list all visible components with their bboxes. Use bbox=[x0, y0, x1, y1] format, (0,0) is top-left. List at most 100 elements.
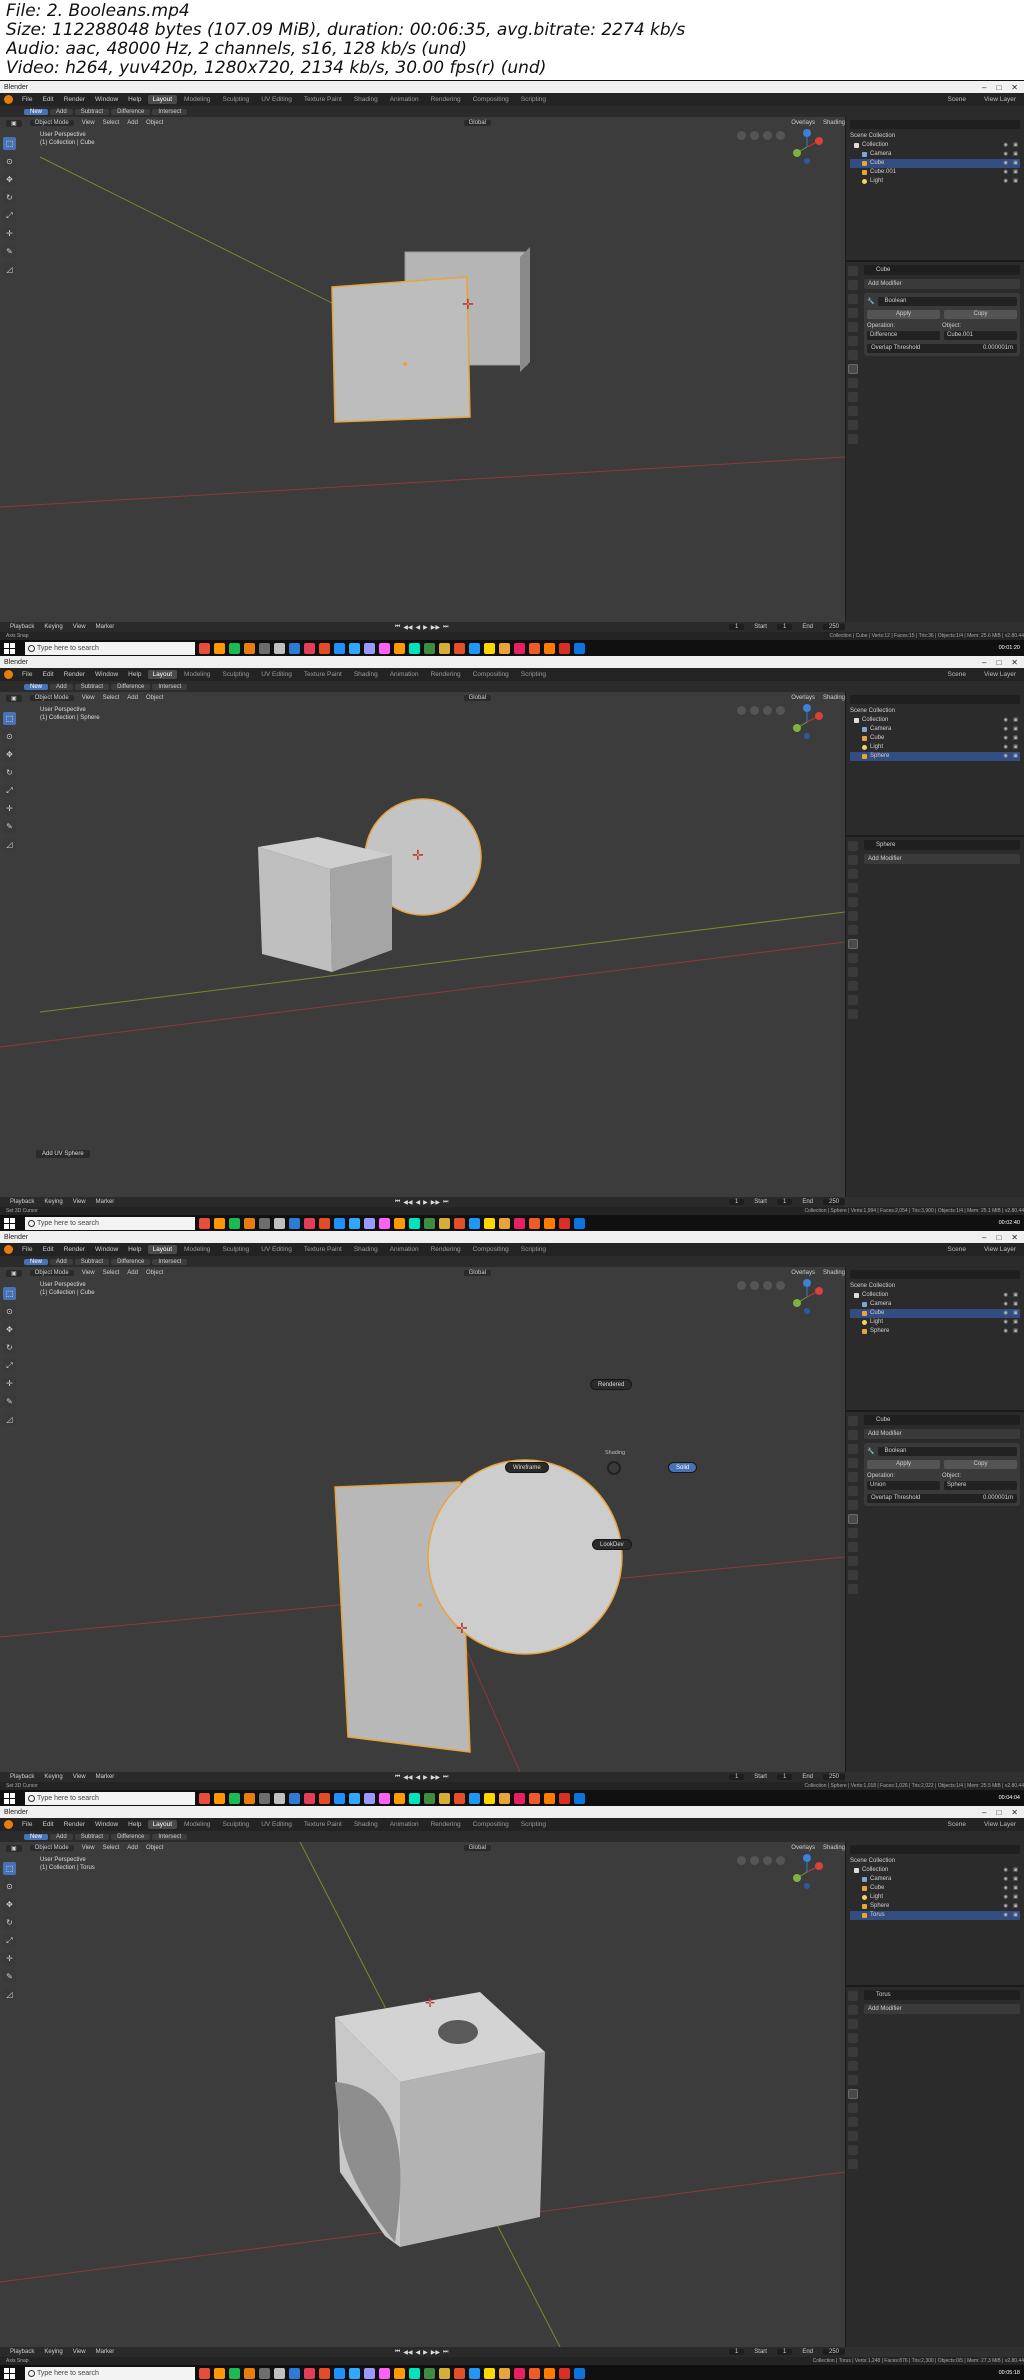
object-mode-dropdown[interactable]: Object Mode bbox=[29, 120, 74, 126]
selection-mode-button[interactable]: Subtract bbox=[74, 1833, 110, 1840]
taskbar-app-icon[interactable] bbox=[304, 642, 315, 654]
constraints-tab-icon[interactable] bbox=[848, 1556, 858, 1566]
taskbar-app-icon[interactable] bbox=[289, 1217, 300, 1229]
taskbar-app-icon[interactable] bbox=[409, 1217, 420, 1229]
visibility-icon[interactable]: ◉ ▣ bbox=[1004, 1911, 1020, 1920]
move-icon[interactable]: ✥ bbox=[3, 1898, 16, 1911]
view-layer-selector[interactable]: View Layer bbox=[976, 1246, 1024, 1253]
outliner-row[interactable]: Camera ◉ ▣ bbox=[850, 725, 1020, 734]
visibility-icon[interactable]: ◉ ▣ bbox=[1004, 716, 1020, 725]
pie-wireframe[interactable]: Wireframe bbox=[505, 1462, 549, 1473]
workspace-tab[interactable]: Scripting bbox=[516, 670, 551, 679]
modifier-name-field[interactable]: Boolean bbox=[878, 296, 1017, 306]
annotate-icon[interactable]: ✎ bbox=[3, 245, 16, 258]
windows-start-icon[interactable] bbox=[4, 1217, 15, 1229]
output-tab-icon[interactable] bbox=[848, 869, 858, 879]
timeline-menu-item[interactable]: Marker bbox=[96, 624, 115, 630]
taskbar-app-icon[interactable] bbox=[424, 642, 435, 654]
taskbar-app-icon[interactable] bbox=[574, 2367, 585, 2379]
outliner-row[interactable]: Sphere ◉ ▣ bbox=[850, 1902, 1020, 1911]
taskbar-app-icon[interactable] bbox=[484, 2367, 495, 2379]
measure-icon[interactable]: ◿ bbox=[3, 838, 16, 851]
rotate-icon[interactable]: ↻ bbox=[3, 766, 16, 779]
taskbar-app-icon[interactable] bbox=[499, 642, 510, 654]
pan-icon[interactable] bbox=[750, 706, 759, 715]
taskbar-app-icon[interactable] bbox=[334, 1792, 345, 1804]
viewport-menu-item[interactable]: View bbox=[82, 1845, 95, 1851]
taskbar-app-icon[interactable] bbox=[379, 1792, 390, 1804]
workspace-tab[interactable]: Shading bbox=[349, 670, 383, 679]
workspace-tab[interactable]: Sculpting bbox=[217, 1245, 254, 1254]
visibility-icon[interactable]: ◉ ▣ bbox=[1004, 1318, 1020, 1327]
data-tab-icon[interactable] bbox=[848, 420, 858, 430]
viewport-menu-item[interactable]: View bbox=[82, 695, 95, 701]
outliner-search[interactable] bbox=[850, 1270, 1020, 1279]
taskbar-app-icon[interactable] bbox=[199, 1792, 210, 1804]
taskbar-app-icon[interactable] bbox=[499, 1792, 510, 1804]
taskbar-app-icon[interactable] bbox=[304, 2367, 315, 2379]
perspective-toggle-icon[interactable] bbox=[776, 706, 785, 715]
taskbar-app-icon[interactable] bbox=[529, 1217, 540, 1229]
workspace-tab[interactable]: Layout bbox=[147, 1820, 178, 1829]
outliner-row[interactable]: Light ◉ ▣ bbox=[850, 1318, 1020, 1327]
object-tab-icon[interactable] bbox=[848, 925, 858, 935]
annotate-icon[interactable]: ✎ bbox=[3, 1395, 16, 1408]
world-tab-icon[interactable] bbox=[848, 2061, 858, 2071]
taskbar-app-icon[interactable] bbox=[409, 2367, 420, 2379]
close-icon[interactable]: ✕ bbox=[1011, 83, 1018, 92]
select-box-icon[interactable]: ⬚ bbox=[3, 137, 16, 150]
viewport-menu-item[interactable]: View bbox=[82, 1270, 95, 1276]
taskbar-app-icon[interactable] bbox=[409, 642, 420, 654]
object-field[interactable]: Sphere bbox=[944, 1481, 1017, 1490]
start-frame-field[interactable]: 1 bbox=[776, 1199, 793, 1205]
taskbar-app-icon[interactable] bbox=[544, 2367, 555, 2379]
viewport-menu-item[interactable]: Add bbox=[127, 120, 138, 126]
editor-type-icon[interactable]: ▣ bbox=[6, 694, 22, 702]
workspace-tab[interactable]: Compositing bbox=[468, 1245, 514, 1254]
world-tab-icon[interactable] bbox=[848, 911, 858, 921]
move-icon[interactable]: ✥ bbox=[3, 748, 16, 761]
rotate-icon[interactable]: ↻ bbox=[3, 191, 16, 204]
selection-mode-button[interactable]: Add bbox=[50, 1833, 73, 1840]
next-key-icon[interactable]: ▶▶ bbox=[431, 1199, 440, 1206]
jump-start-icon[interactable]: ⏮ bbox=[395, 2349, 400, 2356]
selection-mode-button[interactable]: New bbox=[24, 108, 49, 115]
scene-selector[interactable]: Scene bbox=[940, 671, 974, 678]
menu-item[interactable]: Help bbox=[124, 671, 145, 678]
3d-viewport[interactable]: ✛ ▣ Object Mode View Select Add Object Global O… bbox=[0, 692, 845, 1197]
taskbar-app-icon[interactable] bbox=[454, 2367, 465, 2379]
copy-button[interactable]: Copy bbox=[944, 310, 1017, 319]
taskbar-app-icon[interactable] bbox=[289, 1792, 300, 1804]
workspace-tab[interactable]: Rendering bbox=[426, 1245, 466, 1254]
taskbar-app-icon[interactable] bbox=[259, 1792, 270, 1804]
taskbar-app-icon[interactable] bbox=[199, 1217, 210, 1229]
view-layer-tab-icon[interactable] bbox=[848, 308, 858, 318]
taskbar-app-icon[interactable] bbox=[214, 2367, 225, 2379]
taskbar-app-icon[interactable] bbox=[424, 1217, 435, 1229]
menu-item[interactable]: Window bbox=[91, 1246, 122, 1253]
add-modifier-dropdown[interactable]: Add Modifier bbox=[864, 1429, 1020, 1439]
timeline-menu-item[interactable]: Playback bbox=[10, 1199, 34, 1205]
outliner-row[interactable]: Sphere ◉ ▣ bbox=[850, 1327, 1020, 1336]
selection-mode-button[interactable]: Add bbox=[50, 108, 73, 115]
taskbar-app-icon[interactable] bbox=[454, 642, 465, 654]
workspace-tab[interactable]: UV Editing bbox=[256, 95, 297, 104]
taskbar-app-icon[interactable] bbox=[544, 1792, 555, 1804]
play-icon[interactable]: ▶ bbox=[423, 1199, 428, 1206]
scene-selector[interactable]: Scene bbox=[940, 1821, 974, 1828]
selection-mode-button[interactable]: Difference bbox=[111, 1258, 151, 1265]
workspace-tab[interactable]: Rendering bbox=[426, 95, 466, 104]
outliner-row[interactable]: Light ◉ ▣ bbox=[850, 177, 1020, 186]
overlays-dropdown[interactable]: Overlays bbox=[791, 1270, 815, 1276]
3d-viewport[interactable]: ✛ ▣ Object Mode View Select Add Object Global O… bbox=[0, 1267, 845, 1772]
outliner-row[interactable]: Collection ◉ ▣ bbox=[850, 1866, 1020, 1875]
workspace-tab[interactable]: Rendering bbox=[426, 1820, 466, 1829]
apply-button[interactable]: Apply bbox=[867, 310, 940, 319]
timeline-menu-item[interactable]: Playback bbox=[10, 2349, 34, 2355]
taskbar-app-icon[interactable] bbox=[499, 2367, 510, 2379]
menu-item[interactable]: Window bbox=[91, 96, 122, 103]
outliner-scene-collection[interactable]: Scene Collection bbox=[850, 707, 1020, 716]
workspace-tab[interactable]: Rendering bbox=[426, 670, 466, 679]
taskbar-app-icon[interactable] bbox=[514, 642, 525, 654]
menu-item[interactable]: Edit bbox=[38, 96, 57, 103]
